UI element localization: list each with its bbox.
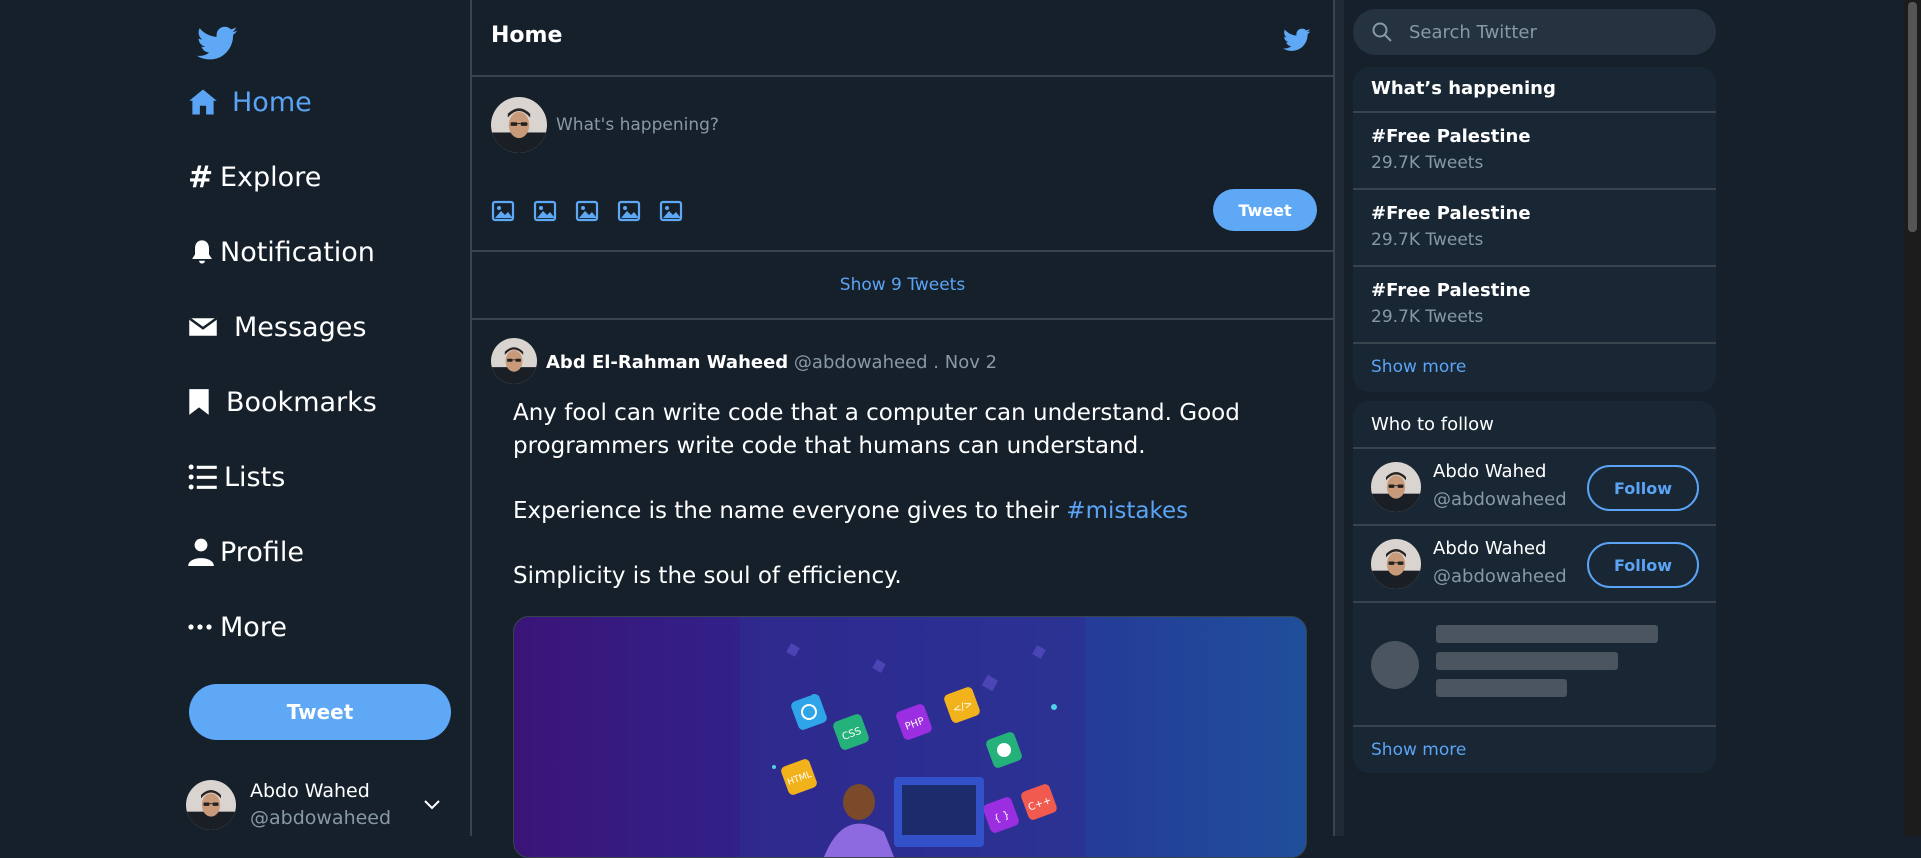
- trends-panel: What’s happening #Free Palestine 29.7K T…: [1353, 67, 1716, 392]
- tweet-author[interactable]: Abd El-Rahman Waheed: [546, 352, 788, 373]
- bookmark-icon: [188, 386, 212, 418]
- nav-label: Lists: [224, 461, 286, 493]
- image-icon[interactable]: [533, 199, 557, 223]
- trend-name: #Free Palestine: [1371, 280, 1531, 301]
- nav-profile[interactable]: Profile: [188, 528, 304, 576]
- who-to-follow-title: Who to follow: [1353, 401, 1716, 449]
- nav-label: Notification: [220, 236, 375, 268]
- show-more-link[interactable]: Show more: [1353, 727, 1716, 773]
- nav-notification[interactable]: Notification: [188, 228, 375, 276]
- avatar: [1371, 462, 1421, 512]
- who-to-follow-panel: Who to follow Abdo Wahed @abdowaheed Fol…: [1353, 401, 1716, 773]
- nav-bookmarks[interactable]: Bookmarks: [188, 378, 377, 426]
- page-title: Home: [491, 23, 563, 48]
- twitter-bird-icon[interactable]: [194, 20, 238, 64]
- tweet-button[interactable]: Tweet: [189, 684, 451, 740]
- trend-item[interactable]: #Free Palestine 29.7K Tweets: [1353, 267, 1716, 344]
- tweet-image[interactable]: CSS PHP </> HTML C++ { }: [513, 616, 1307, 858]
- nav-label: Explore: [220, 161, 322, 193]
- show-new-tweets[interactable]: Show 9 Tweets: [472, 252, 1333, 320]
- avatar: [491, 97, 547, 153]
- show-more-link[interactable]: Show more: [1353, 344, 1716, 392]
- nav-label: Home: [232, 86, 312, 118]
- compose-toolbar: [491, 199, 683, 223]
- right-sidebar: Search Twitter What’s happening #Free Pa…: [1344, 0, 1921, 836]
- chevron-down-icon[interactable]: [420, 796, 444, 818]
- compose-box: What's happening? Tweet: [472, 77, 1333, 252]
- image-icon[interactable]: [617, 199, 641, 223]
- image-icon[interactable]: [575, 199, 599, 223]
- nav-messages[interactable]: Messages: [188, 303, 366, 351]
- home-icon: [188, 86, 220, 118]
- compose-input[interactable]: What's happening?: [556, 115, 719, 135]
- trend-name: #Free Palestine: [1371, 203, 1531, 224]
- envelope-icon: [188, 311, 220, 343]
- trend-item[interactable]: #Free Palestine 29.7K Tweets: [1353, 190, 1716, 267]
- follow-button[interactable]: Follow: [1587, 542, 1699, 588]
- skeleton-bar: [1436, 625, 1658, 643]
- nav-label: Bookmarks: [226, 386, 377, 418]
- follow-button[interactable]: Follow: [1587, 465, 1699, 511]
- user-icon: [188, 536, 220, 568]
- search-input[interactable]: Search Twitter: [1409, 22, 1537, 43]
- nav-more[interactable]: More: [188, 603, 287, 651]
- tweet-meta: Abd El-Rahman Waheed @abdowaheed . Nov 2: [546, 352, 997, 373]
- account-switcher[interactable]: Abdo Wahed @abdowaheed: [186, 778, 391, 832]
- skeleton-bar: [1436, 652, 1618, 670]
- nav-explore[interactable]: # Explore: [188, 153, 321, 201]
- timeline-header: Home: [472, 0, 1333, 77]
- trend-count: 29.7K Tweets: [1371, 307, 1484, 327]
- trend-count: 29.7K Tweets: [1371, 153, 1484, 173]
- follow-suggestion[interactable]: Abdo Wahed @abdowaheed Follow: [1353, 449, 1716, 526]
- avatar: [186, 780, 236, 830]
- bell-icon: [188, 236, 220, 268]
- image-icon[interactable]: [659, 199, 683, 223]
- trend-count: 29.7K Tweets: [1371, 230, 1484, 250]
- account-handle: @abdowaheed: [250, 807, 392, 829]
- scrollbar-thumb[interactable]: [1908, 2, 1917, 232]
- nav-lists[interactable]: Lists: [188, 453, 285, 501]
- hashtag-link[interactable]: #mistakes: [1066, 498, 1188, 524]
- search-bar[interactable]: Search Twitter: [1353, 9, 1716, 55]
- image-icon[interactable]: [491, 199, 515, 223]
- twitter-bird-icon[interactable]: [1281, 24, 1311, 58]
- nav-label: Profile: [220, 536, 304, 568]
- skeleton-bar: [1436, 679, 1567, 697]
- list-icon: [188, 461, 220, 493]
- tweet-handle: @abdowaheed: [793, 352, 928, 373]
- suggestion-name: Abdo Wahed: [1433, 461, 1547, 482]
- sidebar: Home # Explore Notification Messages Boo…: [0, 0, 470, 836]
- tweet-date: . Nov 2: [933, 352, 998, 373]
- suggestion-handle: @abdowaheed: [1433, 489, 1567, 510]
- more-dots-icon: [188, 611, 220, 643]
- avatar: [1371, 539, 1421, 589]
- scrollbar[interactable]: [1904, 0, 1921, 836]
- skeleton-avatar: [1371, 641, 1419, 689]
- hashtag-icon: #: [188, 159, 214, 195]
- loading-skeleton: [1353, 603, 1716, 727]
- suggestion-name: Abdo Wahed: [1433, 538, 1547, 559]
- trends-title: What’s happening: [1353, 67, 1716, 113]
- nav-home[interactable]: Home: [188, 78, 312, 126]
- compose-tweet-button[interactable]: Tweet: [1213, 189, 1317, 231]
- follow-suggestion[interactable]: Abdo Wahed @abdowaheed Follow: [1353, 526, 1716, 603]
- account-name: Abdo Wahed: [250, 780, 370, 802]
- search-icon: [1371, 21, 1393, 43]
- column-divider: [1335, 0, 1344, 836]
- nav-label: More: [220, 611, 287, 643]
- nav-label: Messages: [234, 311, 367, 343]
- avatar[interactable]: [491, 338, 537, 384]
- trend-name: #Free Palestine: [1371, 126, 1531, 147]
- trend-item[interactable]: #Free Palestine 29.7K Tweets: [1353, 113, 1716, 190]
- suggestion-handle: @abdowaheed: [1433, 566, 1567, 587]
